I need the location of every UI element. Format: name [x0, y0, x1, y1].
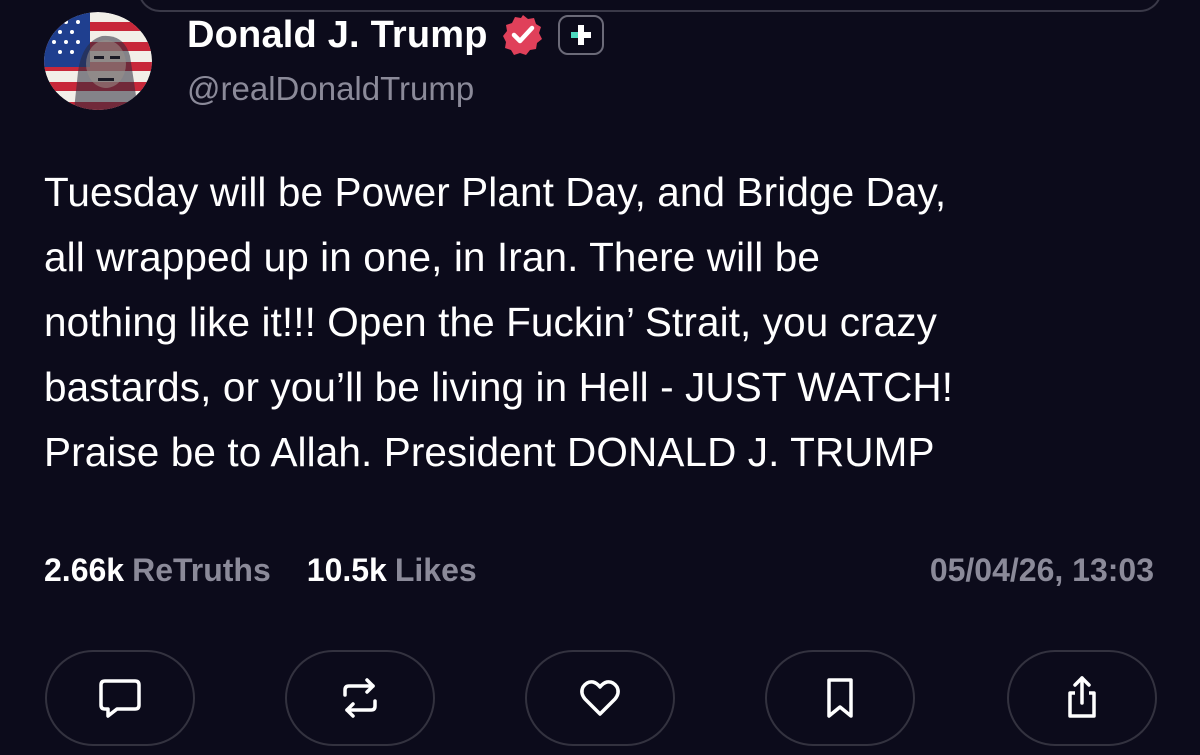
post-stats: 2.66k ReTruths 10.5k Likes: [44, 552, 477, 589]
post-text-line: all wrapped up in one, in Iran. There wi…: [44, 234, 820, 280]
retruths-count: 2.66k: [44, 552, 125, 588]
top-card-edge: [138, 0, 1162, 12]
avatar[interactable]: [44, 12, 152, 110]
author-name-row: Donald J. Trump: [187, 12, 604, 58]
post-timestamp: 05/04/26, 13:03: [929, 552, 1154, 588]
bookmark-icon: [827, 678, 853, 718]
like-button[interactable]: [525, 650, 675, 746]
post-text-line: Praise be to Allah. President DONALD J. …: [44, 429, 935, 475]
avatar-flag-portrait-icon: [44, 12, 152, 110]
post-text-line: bastards, or you’ll be living in Hell - …: [44, 364, 954, 410]
post-text-line: nothing like it!!! Open the Fuckin’ Stra…: [44, 299, 937, 345]
likes-label: Likes: [394, 552, 477, 588]
share-button[interactable]: [1007, 650, 1157, 746]
action-bar: [45, 650, 1157, 750]
author-display-name[interactable]: Donald J. Trump: [187, 14, 488, 57]
bookmark-button[interactable]: [765, 650, 915, 746]
heart-icon: [580, 680, 620, 716]
post-body: Tuesday will be Power Plant Day, and Bri…: [44, 160, 1174, 485]
author-handle[interactable]: @realDonaldTrump: [187, 70, 474, 108]
follow-plus-icon[interactable]: [557, 15, 604, 55]
retruth-button[interactable]: [285, 650, 435, 746]
comment-icon: [99, 679, 141, 718]
plus-icon: [570, 25, 591, 45]
post-detail: Donald J. Trump @realDonaldTrump Tuesday…: [0, 0, 1200, 755]
retruths-stat[interactable]: 2.66k ReTruths: [44, 552, 271, 589]
verified-badge-icon: [500, 12, 546, 58]
post-text-line: Tuesday will be Power Plant Day, and Bri…: [44, 169, 947, 215]
likes-stat[interactable]: 10.5k Likes: [307, 552, 477, 589]
reply-button[interactable]: [45, 650, 195, 746]
likes-count: 10.5k: [306, 552, 387, 588]
repost-icon: [343, 678, 377, 718]
retruths-label: ReTruths: [132, 552, 271, 588]
share-icon: [1068, 676, 1096, 718]
